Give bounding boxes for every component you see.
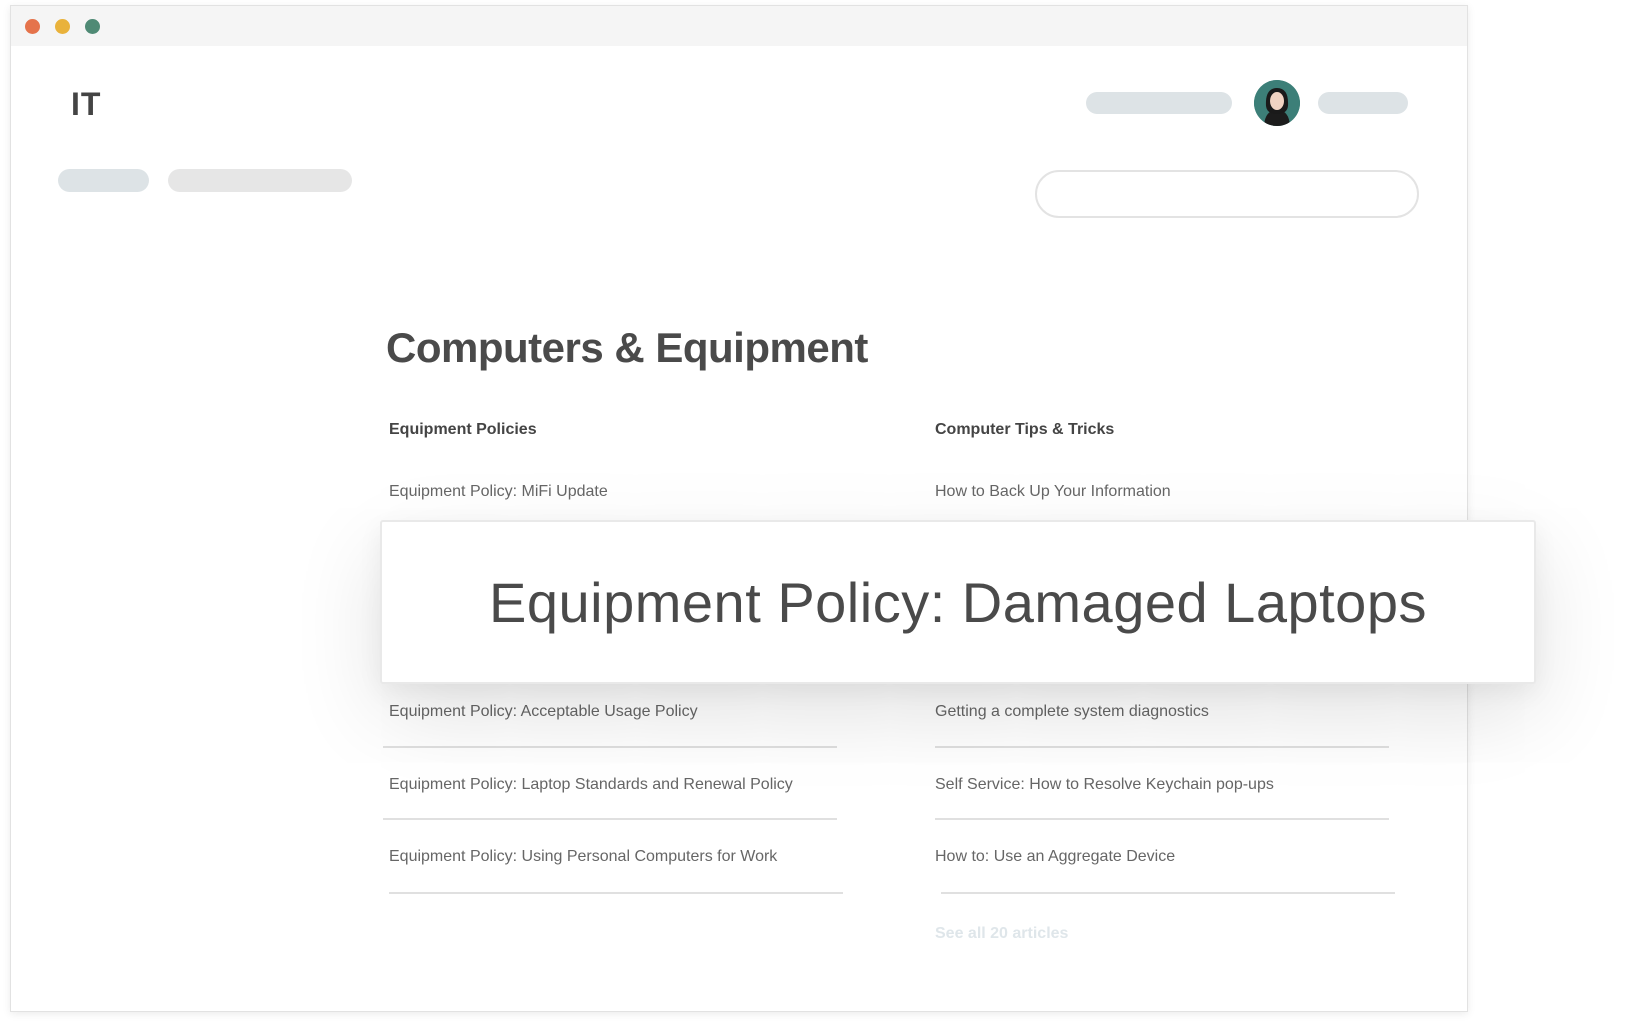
user-name-placeholder[interactable] <box>1318 92 1408 114</box>
page-title: Computers & Equipment <box>386 324 868 371</box>
highlighted-article-title: Equipment Policy: Damaged Laptops <box>489 570 1427 634</box>
article-link[interactable]: How to: Use an Aggregate Device <box>935 848 1175 866</box>
window-titlebar <box>11 6 1467 46</box>
highlighted-article-card[interactable]: Equipment Policy: Damaged Laptops <box>380 520 1536 684</box>
divider <box>941 892 1395 894</box>
maximize-window-button[interactable] <box>85 19 100 34</box>
article-link[interactable]: How to Back Up Your Information <box>935 483 1171 501</box>
browser-window: IT Computers & Equipment Equipment Polic… <box>10 5 1468 1012</box>
avatar-photo-icon <box>1254 80 1300 126</box>
article-link[interactable]: Getting a complete system diagnostics <box>935 703 1209 721</box>
close-window-button[interactable] <box>25 19 40 34</box>
breadcrumb-section[interactable] <box>168 169 352 192</box>
divider <box>389 892 843 894</box>
article-link[interactable]: Equipment Policy: Using Personal Compute… <box>389 848 777 866</box>
article-link[interactable]: Equipment Policy: Laptop Standards and R… <box>389 776 793 794</box>
divider <box>935 818 1389 820</box>
section-heading-equipment-policies: Equipment Policies <box>389 421 537 438</box>
nav-link-placeholder[interactable] <box>1086 92 1232 114</box>
site-logo[interactable]: IT <box>71 86 101 123</box>
article-link[interactable]: Self Service: How to Resolve Keychain po… <box>935 776 1274 794</box>
breadcrumb-home[interactable] <box>58 169 149 192</box>
article-link[interactable]: Equipment Policy: Acceptable Usage Polic… <box>389 703 698 721</box>
search-input[interactable] <box>1035 170 1419 218</box>
minimize-window-button[interactable] <box>55 19 70 34</box>
user-avatar[interactable] <box>1254 80 1300 126</box>
article-link[interactable]: Equipment Policy: MiFi Update <box>389 483 608 501</box>
divider <box>383 746 837 748</box>
divider <box>383 818 837 820</box>
section-heading-computer-tips: Computer Tips & Tricks <box>935 421 1115 438</box>
divider <box>935 746 1389 748</box>
see-all-articles-link[interactable]: See all 20 articles <box>935 925 1068 943</box>
